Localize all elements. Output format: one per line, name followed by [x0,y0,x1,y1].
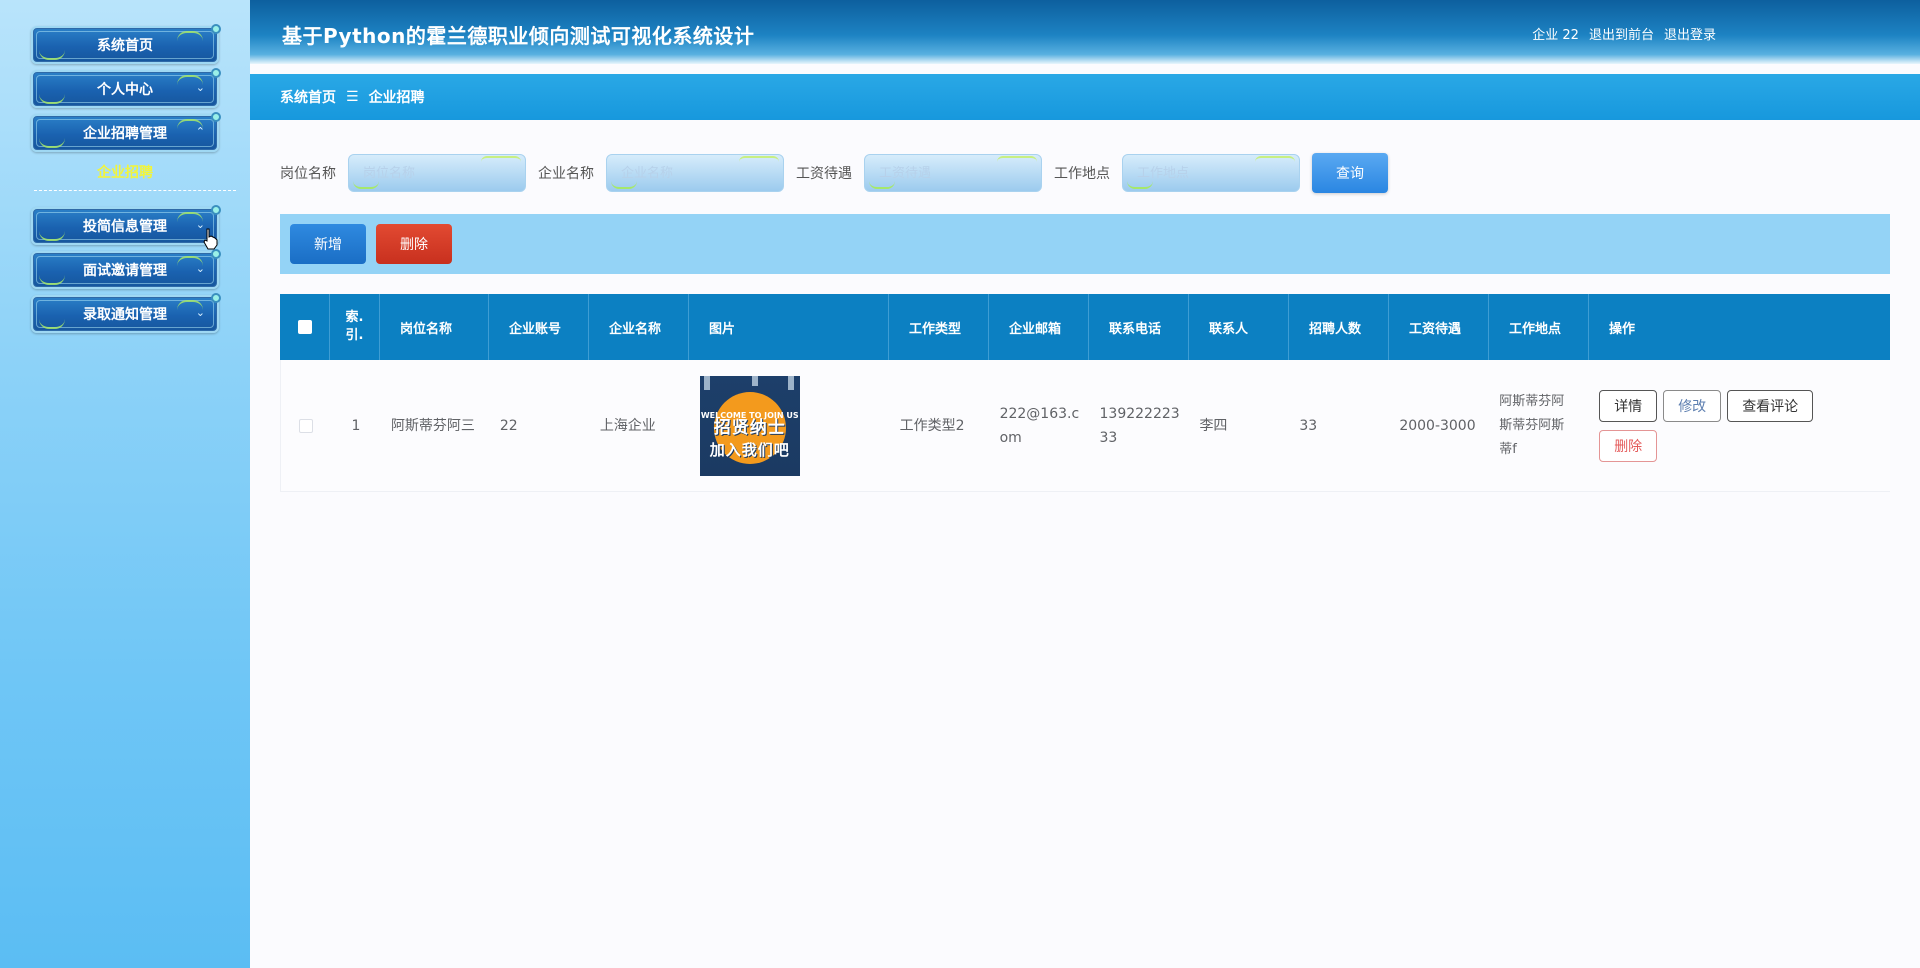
column-header-job-name[interactable]: 岗位名称 [380,294,489,360]
breadcrumb-current: 企业招聘 [368,90,425,106]
row-checkbox[interactable] [298,418,313,433]
sidebar-item-label: 个人中心 [97,82,153,98]
add-button[interactable]: 新增 [290,224,366,264]
select-all-checkbox[interactable] [297,320,312,334]
cell-phone: 139222223 33 [1099,405,1180,446]
search-label-job-name: 岗位名称 [280,166,336,182]
ornament-dot-icon [211,205,221,215]
column-header-phone[interactable]: 联系电话 [1089,294,1189,360]
search-label-salary: 工资待遇 [796,166,852,182]
ornament-dot-icon [211,112,221,122]
row-select-cell [281,360,331,491]
column-header-account[interactable]: 企业账号 [489,294,589,360]
sidebar-item-label: 面试邀请管理 [83,263,167,279]
sidebar-item-label: 企业招聘管理 [83,126,167,142]
cell-job-type: 工作类型2 [899,417,965,434]
chevron-down-icon: ⌄ [195,306,205,319]
table-row: 1 阿斯蒂芬阿三 22 上海企业 WELCOME TO JOIN US 招贤纳士… [280,360,1890,492]
cell-count: 33 [1299,417,1318,434]
column-header-operations: 操作 [1609,321,1636,337]
column-header-email[interactable]: 企业邮箱 [989,294,1089,360]
sidebar-item-home[interactable]: 系统首页 [31,24,221,64]
cell-account: 22 [499,417,518,434]
cell-index: 1 [351,417,361,434]
search-input-wrapper [606,154,784,192]
header-links: 企业 22 退出到前台 退出登录 [1532,24,1716,43]
breadcrumb: 系统首页 ☰ 企业招聘 [250,74,1920,120]
ornament-dot-icon [211,24,221,34]
edit-button[interactable]: 修改 [1663,389,1722,422]
batch-delete-button[interactable]: 删除 [376,224,452,264]
table-header: 索. 引. 岗位名称 企业账号 企业名称 图片 工作类型 企业邮箱 联系电话 联… [280,294,1890,360]
cell-salary: 2000-3000 [1399,417,1476,434]
breadcrumb-home[interactable]: 系统首页 [280,87,336,107]
sidebar: 系统首页 个人中心 ⌄ 企业招聘管理 ⌃ 企业招聘 投简信息管理 ⌄ 面试邀请管… [0,0,250,968]
cell-job-name: 阿斯蒂芬阿三 [390,417,475,434]
sidebar-divider [34,190,236,191]
hand-cursor-icon [203,228,218,250]
column-header-salary[interactable]: 工资待遇 [1389,294,1489,360]
search-label-location: 工作地点 [1054,166,1110,182]
detail-button[interactable]: 详情 [1599,389,1658,422]
cell-contact: 李四 [1199,417,1228,434]
action-bar: 新增 删除 [280,214,1890,274]
view-comments-button[interactable]: 查看评论 [1727,389,1814,422]
sidebar-item-offer-management[interactable]: 录取通知管理 ⌄ [31,293,221,333]
top-header: 基于Python的霍兰德职业倾向测试可视化系统设计 企业 22 退出到前台 退出… [250,0,1920,64]
column-header-location[interactable]: 工作地点 [1489,294,1589,360]
sidebar-item-label: 投简信息管理 [83,219,167,235]
back-to-front-link[interactable]: 退出到前台 [1589,24,1654,43]
recruitment-table: 索. 引. 岗位名称 企业账号 企业名称 图片 工作类型 企业邮箱 联系电话 联… [280,294,1890,492]
sidebar-item-personal-center[interactable]: 个人中心 ⌄ [31,68,221,108]
breadcrumb-separator-icon: ☰ [346,89,359,105]
ornament-dot-icon [211,68,221,78]
app-title: 基于Python的霍兰德职业倾向测试可视化系统设计 [282,24,755,48]
logout-link[interactable]: 退出登录 [1664,24,1716,43]
column-header-image: 图片 [689,294,889,360]
query-button[interactable]: 查询 [1312,153,1388,193]
chevron-up-icon: ⌃ [195,125,205,138]
sidebar-item-recruitment-management[interactable]: 企业招聘管理 ⌃ [31,112,221,152]
search-bar: 岗位名称 企业名称 工资待遇 工作地点 查询 [280,152,1388,194]
cell-company: 上海企业 [599,417,656,434]
sidebar-item-interview-management[interactable]: 面试邀请管理 ⌄ [31,249,221,289]
column-header-index: 索. 引. [330,294,380,360]
ornament-dot-icon [211,293,221,303]
sidebar-item-label: 系统首页 [97,38,153,54]
chevron-down-icon: ⌄ [195,81,205,94]
header-select-all [280,294,330,360]
column-header-count[interactable]: 招聘人数 [1289,294,1389,360]
delete-row-button[interactable]: 删除 [1599,429,1658,462]
job-poster-image[interactable]: WELCOME TO JOIN US 招贤纳士 加入我们吧 [699,375,800,476]
search-label-company-name: 企业名称 [538,166,594,182]
column-header-contact[interactable]: 联系人 [1189,294,1289,360]
sidebar-item-label: 录取通知管理 [83,307,167,323]
cell-operations: 详情 修改 查看评论 删除 [1589,360,1890,491]
sidebar-item-resume-management[interactable]: 投简信息管理 ⌄ [31,205,221,245]
current-user-label: 企业 22 [1532,28,1579,43]
column-header-company[interactable]: 企业名称 [589,294,689,360]
column-header-job-type[interactable]: 工作类型 [889,294,989,360]
sidebar-subitem-recruitment[interactable]: 企业招聘 [34,162,216,182]
cell-location: 阿斯蒂芬阿 斯蒂芬阿斯 蒂f [1499,393,1565,457]
chevron-down-icon: ⌄ [195,262,205,275]
search-input-wrapper [348,154,526,192]
search-input-wrapper [864,154,1042,192]
cell-image: WELCOME TO JOIN US 招贤纳士 加入我们吧 [690,360,890,491]
ornament-dot-icon [211,249,221,259]
cell-email: 222@163.c om [999,405,1080,446]
search-input-wrapper [1122,154,1300,192]
